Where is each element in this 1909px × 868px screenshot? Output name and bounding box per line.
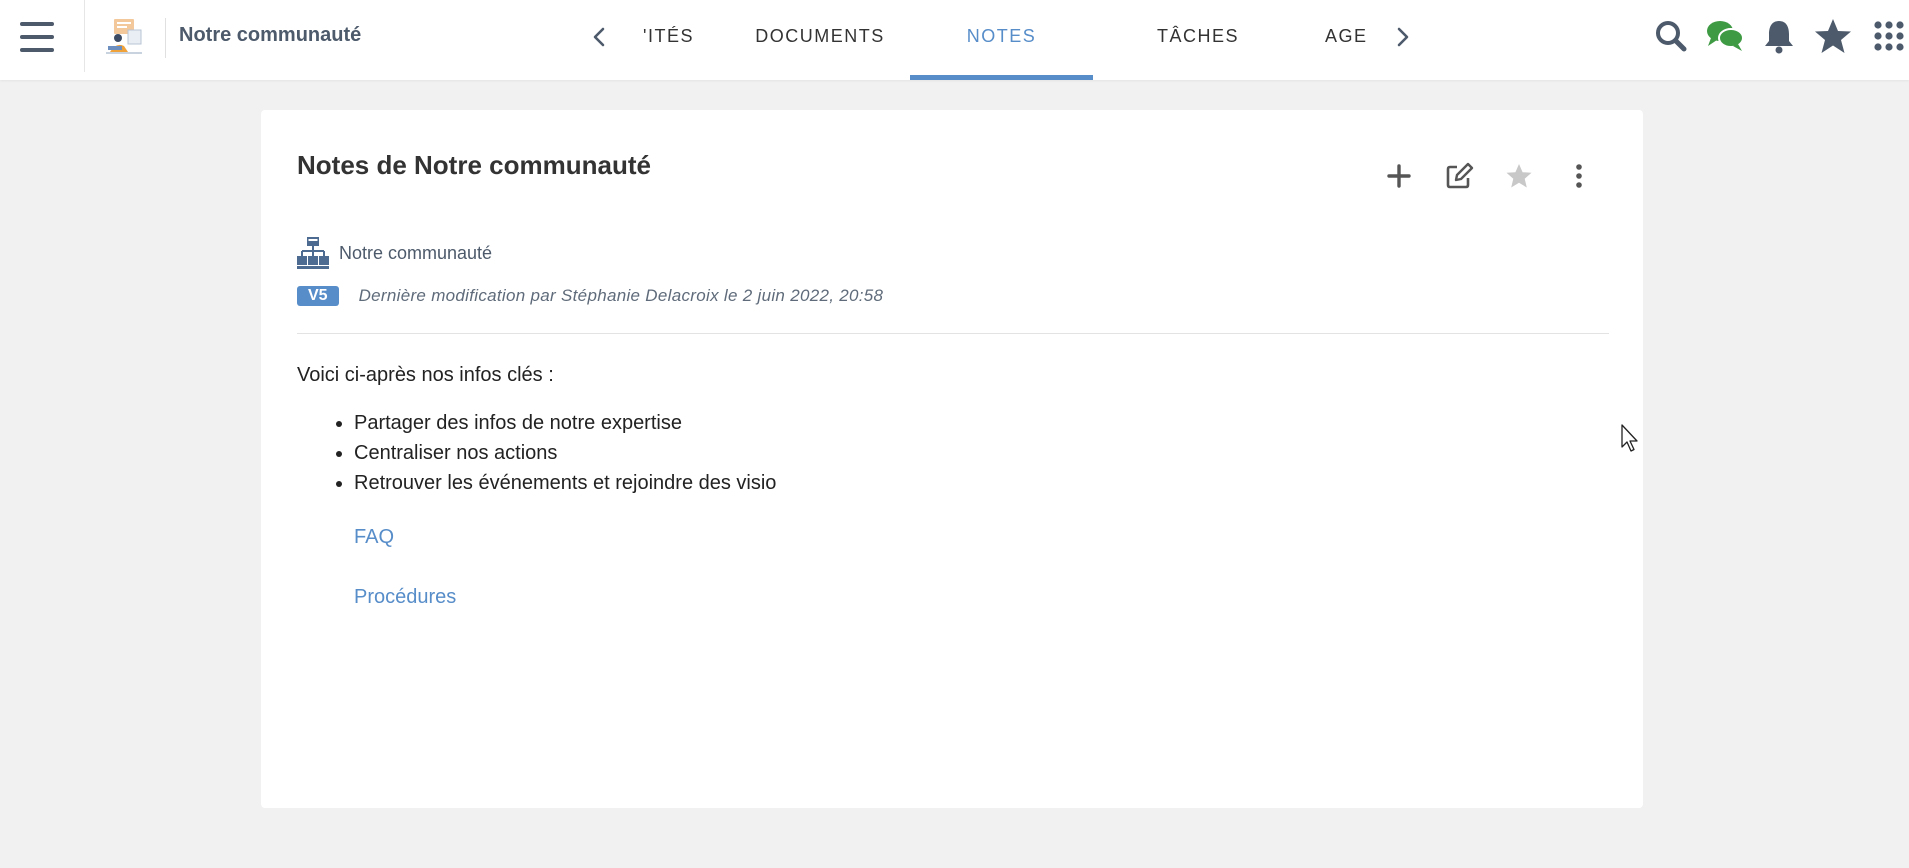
- favorite-star-icon: [1506, 164, 1532, 188]
- tabs-navigation: 'ITÉS DOCUMENTS NOTES TÂCHES AGE: [580, 0, 1420, 80]
- version-info: V5 Dernière modification par Stéphanie D…: [297, 285, 883, 307]
- apps-grid-icon[interactable]: [1869, 16, 1909, 56]
- note-intro: Voici ci-après nos infos clés :: [297, 364, 554, 386]
- tab-agenda[interactable]: AGE: [1322, 0, 1380, 80]
- add-icon: [1387, 164, 1411, 188]
- list-item: Centraliser nos actions: [354, 438, 1597, 468]
- page-title: Notes de Notre communauté: [297, 150, 651, 180]
- more-actions-button[interactable]: [1559, 156, 1599, 196]
- top-bar: Notre communauté 'ITÉS DOCUMENTS NOTES T…: [0, 0, 1909, 80]
- divider: [84, 0, 85, 72]
- procedures-link[interactable]: Procédures: [354, 586, 456, 609]
- divider: [297, 333, 1609, 334]
- star-icon[interactable]: [1813, 16, 1853, 56]
- mouse-cursor-icon: [1621, 424, 1638, 452]
- space-avatar[interactable]: [104, 16, 144, 56]
- add-note-button[interactable]: [1379, 156, 1419, 196]
- note-content: Voici ci-après nos infos clés : Partager…: [297, 362, 1597, 608]
- last-modified-text: Dernière modification par Stéphanie Dela…: [358, 286, 884, 305]
- search-icon[interactable]: [1651, 16, 1691, 56]
- favorite-button[interactable]: [1499, 156, 1539, 196]
- hamburger-menu-icon[interactable]: [20, 22, 54, 52]
- tab-notes[interactable]: NOTES: [910, 0, 1093, 80]
- note-card: Notes de Notre communauté Notre communau…: [261, 110, 1643, 808]
- faq-link[interactable]: FAQ: [354, 526, 394, 549]
- breadcrumb-space-label[interactable]: Notre communauté: [339, 243, 492, 264]
- edit-icon: [1446, 162, 1474, 189]
- divider: [165, 18, 166, 58]
- edit-note-button[interactable]: [1439, 156, 1479, 196]
- chevron-right-icon[interactable]: [1387, 22, 1417, 52]
- more-vertical-icon: [1576, 164, 1582, 188]
- tab-documents[interactable]: DOCUMENTS: [730, 0, 910, 80]
- note-bullet-list: Partager des infos de notre expertise Ce…: [297, 408, 1597, 498]
- tab-activites[interactable]: 'ITÉS: [636, 0, 694, 80]
- space-name[interactable]: Notre communauté: [179, 24, 361, 47]
- bell-icon[interactable]: [1759, 16, 1799, 56]
- version-badge[interactable]: V5: [297, 286, 339, 306]
- list-item: Retrouver les événements et rejoindre de…: [354, 468, 1597, 498]
- hierarchy-icon: [297, 236, 329, 270]
- tab-taches[interactable]: TÂCHES: [1093, 0, 1303, 80]
- list-item: Partager des infos de notre expertise: [354, 408, 1597, 438]
- chevron-left-icon[interactable]: [585, 22, 615, 52]
- breadcrumb[interactable]: Notre communauté: [297, 236, 492, 270]
- chat-icon[interactable]: [1705, 16, 1745, 56]
